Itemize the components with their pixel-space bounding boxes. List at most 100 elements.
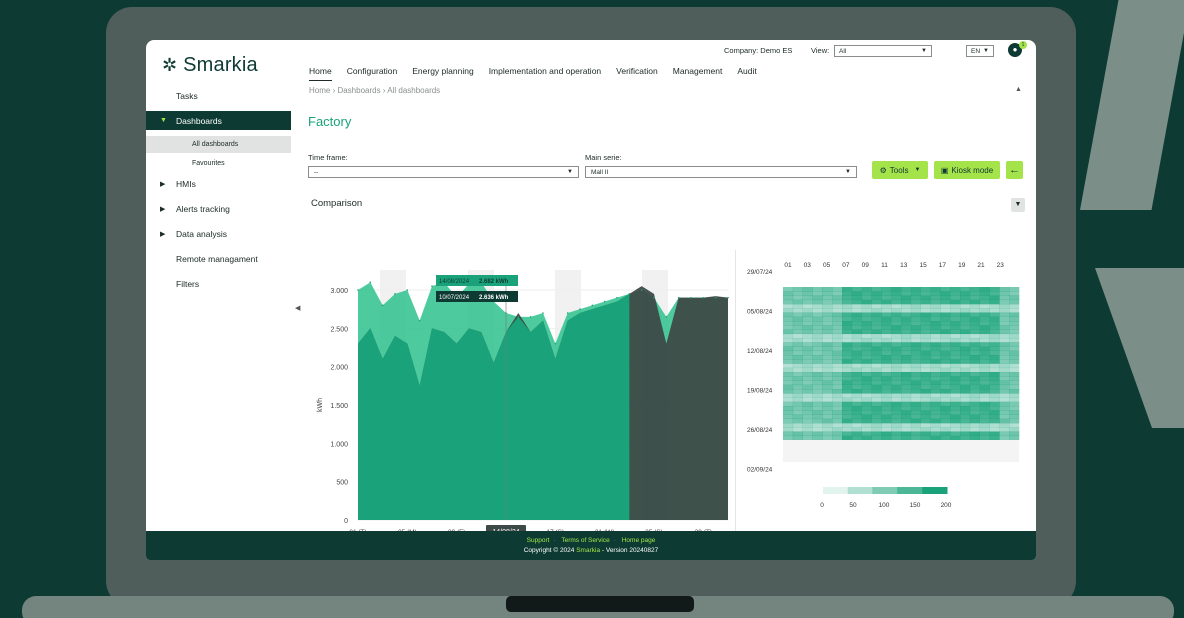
heatmap-cell	[783, 325, 794, 330]
heatmap-cell	[802, 316, 813, 322]
heatmap-cell	[901, 359, 912, 364]
nav-audit[interactable]: Audit	[737, 66, 756, 81]
series-point	[542, 312, 544, 314]
sidebar-item-hmis[interactable]: ▶ HMIs	[146, 174, 291, 193]
heatmap-cell	[881, 329, 892, 335]
heatmap-cell	[930, 295, 941, 301]
back-button[interactable]: ←	[1006, 161, 1023, 179]
heatmap-cell	[832, 397, 843, 403]
caret-right-icon: ▶	[160, 205, 166, 213]
nav-management[interactable]: Management	[673, 66, 723, 81]
heatmap-cell	[950, 384, 961, 390]
heatmap-cell	[891, 423, 902, 428]
heatmap-cell	[940, 427, 951, 432]
heatmap-cell	[822, 423, 833, 428]
heatmap-cell	[920, 389, 931, 394]
heatmap-cell	[989, 321, 1000, 326]
heatmap-chart: 01 03 05 07 09 11 13 15 17 19 21 23 29/07/24 05/08/24…	[743, 250, 1031, 555]
heatmap-cell	[812, 291, 823, 296]
heatmap-cell	[960, 367, 971, 373]
heatmap-cell	[999, 367, 1010, 373]
heatmap-cell	[930, 299, 941, 305]
heatmap-cell	[910, 393, 921, 398]
heatmap-cell	[871, 367, 882, 373]
footer-brand[interactable]: Smarkia	[576, 547, 600, 554]
collapse-sidebar-icon[interactable]: ◀	[295, 304, 300, 312]
sidebar-subitem-favourites[interactable]: Favourites	[146, 155, 291, 172]
logo[interactable]: ✲ Smarkia	[162, 54, 258, 77]
heatmap-cell	[1009, 299, 1020, 305]
tooltip-value: 2.682 kWh	[479, 279, 509, 285]
series-point	[616, 296, 618, 299]
footer-link-terms[interactable]: Terms of Service	[561, 537, 609, 544]
nav-energy-planning[interactable]: Energy planning	[412, 66, 473, 81]
sidebar-item-data-analysis[interactable]: ▶ Data analysis	[146, 224, 291, 243]
chevron-down-icon: ▼	[921, 48, 927, 54]
heatmap-cell	[920, 427, 931, 432]
nav-configuration[interactable]: Configuration	[347, 66, 398, 81]
kiosk-mode-button[interactable]: ▣ Kiosk mode	[934, 161, 1000, 179]
nav-verification[interactable]: Verification	[616, 66, 658, 81]
heatmap-cell	[901, 418, 912, 424]
heatmap-cell	[842, 346, 853, 352]
heatmap-cell	[920, 384, 931, 390]
heatmap-cell	[969, 316, 980, 322]
heatmap-cell	[842, 410, 853, 415]
heatmap-cell	[812, 342, 823, 347]
heatmap-cell	[910, 316, 921, 322]
area-chart-svg[interactable]: 05001.0001.5002.0002.5003.000kWh01 (T)05…	[308, 250, 736, 555]
heatmap-cell	[940, 350, 951, 356]
heatmap-cell	[940, 423, 951, 428]
footer-link-home[interactable]: Home page	[622, 537, 656, 544]
heatmap-cell	[960, 406, 971, 411]
nav-home[interactable]: Home	[309, 66, 332, 81]
heatmap-cell	[979, 435, 990, 441]
comparison-chart: 05001.0001.5002.0002.5003.000kWh01 (T)05…	[308, 250, 736, 555]
heatmap-cell	[832, 393, 843, 398]
heatmap-cell	[901, 393, 912, 398]
nav-implementation[interactable]: Implementation and operation	[489, 66, 601, 81]
tooltip-date: 10/07/2024	[439, 295, 470, 301]
sidebar-item-alerts-tracking[interactable]: ▶ Alerts tracking	[146, 199, 291, 218]
sidebar-item-dashboards[interactable]: ▼ Dashboards	[146, 111, 291, 130]
language-select[interactable]: EN ▼	[966, 45, 994, 57]
heatmap-cell	[950, 427, 961, 432]
main-serie-select[interactable]: Mall II ▼	[585, 166, 857, 178]
heatmap-cell	[1009, 321, 1020, 326]
heatmap-cell	[861, 414, 872, 420]
heatmap-cell	[891, 291, 902, 296]
heatmap-cell	[802, 304, 813, 309]
heatmap-cell	[960, 329, 971, 335]
tools-button[interactable]: ⚙ Tools ▼	[872, 161, 928, 179]
time-frame-select[interactable]: -- ▼	[308, 166, 579, 178]
breadcrumb[interactable]: Home › Dashboards › All dashboards	[309, 86, 440, 95]
section-menu-button[interactable]: ▼	[1011, 198, 1025, 212]
heatmap-svg[interactable]: 01 03 05 07 09 11 13 15 17 19 21 23 29/07/24 05/08/24…	[743, 250, 1031, 555]
sidebar-item-remote-management[interactable]: Remote managament	[146, 249, 291, 268]
notification-badge[interactable]: 1	[1019, 41, 1027, 49]
heatmap-cell	[989, 346, 1000, 352]
heatmap-cell	[979, 308, 990, 313]
heatmap-cell	[910, 304, 921, 309]
heatmap-cell	[910, 329, 921, 335]
heatmap-cell	[783, 333, 794, 339]
heatmap-cell	[999, 363, 1010, 369]
sidebar-subitem-all-dashboards[interactable]: All dashboards	[146, 136, 291, 153]
sidebar-item-tasks[interactable]: Tasks	[146, 86, 291, 105]
heatmap-cell	[822, 304, 833, 309]
collapse-up-icon[interactable]: ▲	[1015, 86, 1022, 93]
footer-link-support[interactable]: Support	[527, 537, 550, 544]
view-select[interactable]: All ▼	[834, 45, 932, 57]
heatmap-cell	[989, 299, 1000, 305]
sidebar-item-filters[interactable]: Filters	[146, 274, 291, 293]
heatmap-cell	[851, 406, 862, 411]
heatmap-cell	[989, 350, 1000, 356]
heatmap-cell	[871, 355, 882, 360]
heatmap-cell	[1009, 367, 1020, 373]
heatmap-cell	[822, 350, 833, 356]
heatmap-cell	[930, 389, 941, 394]
heatmap-cell	[851, 363, 862, 369]
heatmap-cell	[960, 389, 971, 394]
heatmap-cell	[861, 393, 872, 398]
heatmap-cell	[812, 355, 823, 360]
